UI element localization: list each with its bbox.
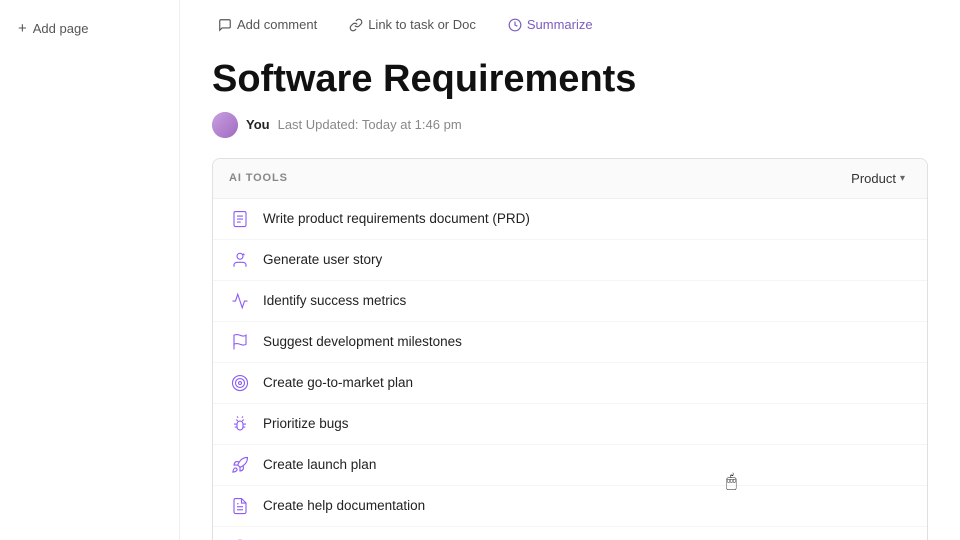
doc2-icon <box>229 495 251 517</box>
tool-item[interactable]: Design user testing study <box>213 527 927 540</box>
tool-label: Write product requirements document (PRD… <box>263 211 530 226</box>
tool-label: Create go-to-market plan <box>263 375 413 390</box>
summarize-button[interactable]: Summarize <box>502 12 599 36</box>
rocket-icon <box>229 454 251 476</box>
tool-label: Generate user story <box>263 252 382 267</box>
category-label: Product <box>851 171 896 186</box>
link-to-task-label: Link to task or Doc <box>368 17 476 32</box>
ai-tools-label: AI TOOLS <box>229 172 288 184</box>
summarize-label: Summarize <box>527 17 593 32</box>
doc-icon <box>229 208 251 230</box>
beaker-icon <box>229 536 251 540</box>
last-updated: Last Updated: Today at 1:46 pm <box>278 117 462 132</box>
tool-item[interactable]: Create go-to-market plan <box>213 363 927 404</box>
toolbar: Add comment Link to task or Doc Summariz… <box>212 0 928 46</box>
summarize-icon <box>508 16 522 32</box>
add-page-label: Add page <box>33 21 89 36</box>
tool-item[interactable]: Prioritize bugs <box>213 404 927 445</box>
bug-icon <box>229 413 251 435</box>
category-dropdown-button[interactable]: Product ▾ <box>845 169 911 188</box>
tool-label: Identify success metrics <box>263 293 406 308</box>
tool-list: Write product requirements document (PRD… <box>213 199 927 540</box>
ai-tools-panel: AI TOOLS Product ▾ Write product require… <box>212 158 928 540</box>
tool-label: Suggest development milestones <box>263 334 462 349</box>
tool-label: Create launch plan <box>263 457 376 472</box>
plus-icon: + <box>18 20 27 37</box>
add-comment-label: Add comment <box>237 17 317 32</box>
avatar <box>212 112 238 138</box>
comment-icon <box>218 16 232 32</box>
link-to-task-button[interactable]: Link to task or Doc <box>343 12 482 36</box>
chart-icon <box>229 290 251 312</box>
add-comment-button[interactable]: Add comment <box>212 12 323 36</box>
tool-item[interactable]: Suggest development milestones <box>213 322 927 363</box>
tool-item[interactable]: Identify success metrics <box>213 281 927 322</box>
ai-tools-header: AI TOOLS Product ▾ <box>213 159 927 199</box>
chevron-down-icon: ▾ <box>900 173 905 184</box>
flag-icon <box>229 331 251 353</box>
tool-item[interactable]: Create launch plan <box>213 445 927 486</box>
tool-item[interactable]: Create help documentation <box>213 486 927 527</box>
sidebar: + Add page <box>0 0 180 540</box>
page-title: Software Requirements <box>212 58 928 102</box>
author-row: You Last Updated: Today at 1:46 pm <box>212 112 928 138</box>
add-page-button[interactable]: + Add page <box>12 16 167 41</box>
tool-item[interactable]: Generate user story <box>213 240 927 281</box>
main-content: Add comment Link to task or Doc Summariz… <box>180 0 960 540</box>
author-name: You <box>246 117 270 132</box>
user-icon <box>229 249 251 271</box>
tool-label: Prioritize bugs <box>263 416 349 431</box>
tool-item[interactable]: Write product requirements document (PRD… <box>213 199 927 240</box>
target-icon <box>229 372 251 394</box>
link-icon <box>349 16 363 32</box>
tool-label: Create help documentation <box>263 498 425 513</box>
